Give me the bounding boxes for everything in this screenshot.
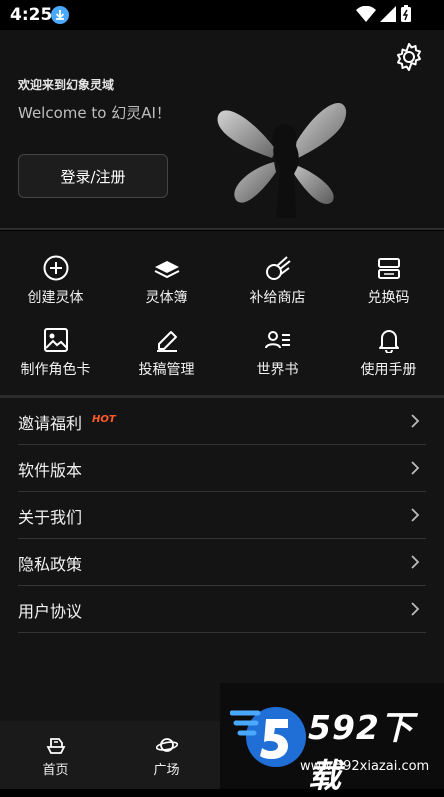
image-icon: [43, 328, 68, 352]
battery-icon: [401, 5, 411, 22]
feature-grid: 创建灵体 灵体簿 补给商店 兑换码 制作角色卡 投稿管理 世界书 使用手册: [0, 231, 444, 395]
home-ship-icon: [46, 738, 65, 754]
menu-item-software-version[interactable]: 软件版本: [0, 445, 444, 492]
grid-item-spirit-book[interactable]: 灵体簿: [111, 231, 222, 306]
edit-icon: [156, 331, 177, 352]
chevron-right-icon: [411, 602, 420, 616]
profile-header: 欢迎来到幻象灵域 Welcome to 幻灵AI！ 登录/注册: [0, 30, 444, 228]
menu-item-label: 关于我们: [18, 508, 83, 527]
user-list-icon: [264, 331, 290, 349]
menu-item-invite-benefits[interactable]: 邀请福利 HOT: [0, 398, 444, 445]
settings-menu: 邀请福利 HOT 软件版本 关于我们 隐私政策 用户协议: [0, 398, 444, 721]
grid-item-redeem-code[interactable]: 兑换码: [333, 231, 444, 306]
menu-item-user-agreement[interactable]: 用户协议: [0, 586, 444, 633]
gear-icon[interactable]: [394, 42, 424, 72]
grid-item-supply-shop[interactable]: 补给商店: [222, 231, 333, 306]
tab-plaza[interactable]: 广场: [111, 721, 222, 789]
tab-label: 广场: [153, 763, 180, 778]
welcome-title: 欢迎来到幻象灵域: [18, 78, 115, 92]
download-icon: [51, 6, 69, 24]
redeem-code-icon: [377, 258, 400, 279]
bell-icon: [378, 330, 399, 353]
grid-item-user-manual[interactable]: 使用手册: [333, 303, 444, 378]
wifi-icon: [356, 6, 376, 22]
grid-item-make-character-card[interactable]: 制作角色卡: [0, 303, 111, 378]
grid-item-label: 使用手册: [360, 362, 417, 378]
menu-item-label: 邀请福利: [18, 414, 83, 433]
planet-icon: [155, 738, 178, 752]
menu-divider: [18, 632, 426, 633]
menu-item-about-us[interactable]: 关于我们: [0, 492, 444, 539]
plus-circle-icon: [43, 255, 68, 281]
status-time: 4:25: [10, 5, 53, 25]
book-icon: [154, 261, 179, 279]
watermark-url: www.592xiazai.com: [300, 759, 430, 774]
chevron-right-icon: [411, 414, 420, 428]
grid-item-world-book[interactable]: 世界书: [222, 303, 333, 378]
comet-icon: [265, 256, 291, 280]
grid-item-label: 投稿管理: [138, 362, 195, 378]
fairy-illustration: [217, 102, 347, 218]
login-register-button[interactable]: 登录/注册: [18, 154, 168, 198]
chevron-right-icon: [411, 555, 420, 569]
chevron-right-icon: [411, 508, 420, 522]
tab-home[interactable]: 首页: [0, 721, 111, 789]
menu-item-label: 隐私政策: [18, 555, 83, 574]
section-divider: [0, 228, 444, 230]
grid-item-label: 制作角色卡: [20, 362, 91, 378]
grid-item-create-spirit[interactable]: 创建灵体: [0, 231, 111, 306]
menu-item-privacy-policy[interactable]: 隐私政策: [0, 539, 444, 586]
grid-item-submission-management[interactable]: 投稿管理: [111, 303, 222, 378]
status-indicators: [356, 5, 412, 23]
grid-item-label: 世界书: [256, 362, 299, 378]
status-bar: 4:25: [0, 0, 444, 30]
chevron-right-icon: [411, 461, 420, 475]
hot-badge: HOT: [92, 414, 116, 425]
menu-item-label: 用户协议: [18, 602, 83, 621]
menu-item-label: 软件版本: [18, 461, 83, 480]
welcome-subtitle: Welcome to 幻灵AI！: [18, 104, 171, 122]
watermark: 592下载 www.592xiazai.com: [220, 683, 444, 795]
signal-icon: [380, 6, 396, 22]
tab-label: 首页: [42, 763, 69, 778]
watermark-logo-icon: [230, 707, 306, 767]
watermark-brand: 592下载: [308, 708, 414, 795]
